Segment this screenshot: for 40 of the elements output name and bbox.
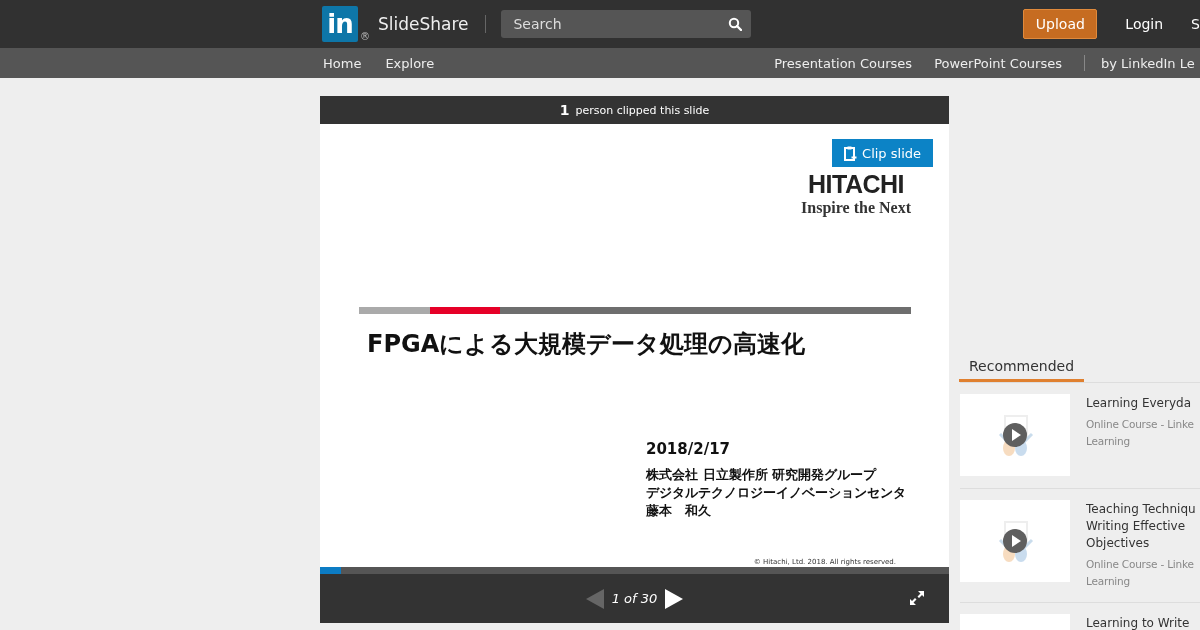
registered-mark: ® <box>360 31 370 42</box>
nav-link[interactable]: by LinkedIn Le <box>1101 55 1195 71</box>
nav-link[interactable]: Home <box>323 55 362 71</box>
recommended-item[interactable]: Learning to Write <box>960 603 1200 630</box>
course-meta: Online Course - Linke <box>1086 557 1195 572</box>
upload-button[interactable]: Upload <box>1023 9 1098 39</box>
course-title[interactable]: Learning Everyda <box>1086 395 1194 412</box>
nav-link[interactable]: PowerPoint Courses <box>934 55 1062 71</box>
fullscreen-icon[interactable] <box>909 590 925 606</box>
clip-caption: person clipped this slide <box>575 103 710 117</box>
recommended-item[interactable]: Teaching Techniqu Writing Effective Objectives Online Course - Linke Learning <box>960 489 1200 603</box>
course-meta: Learning <box>1086 574 1131 589</box>
course-title[interactable]: Writing Effective <box>1086 518 1196 535</box>
author-line: 藤本 和久 <box>646 502 712 520</box>
search-field[interactable]: Search <box>501 10 752 38</box>
signup-link[interactable]: S <box>1191 16 1200 32</box>
course-meta: Online Course - Linke <box>1086 417 1194 432</box>
nav-link[interactable]: Presentation Courses <box>774 55 913 71</box>
logo-tagline: Inspire the Next <box>801 199 911 217</box>
course-title[interactable]: Teaching Techniqu <box>1086 501 1196 518</box>
slide-title: FPGAによる大規模データ処理の高速化 <box>367 329 807 360</box>
logo-text: HITACHI <box>808 170 905 199</box>
clip-count: 1 <box>559 102 570 118</box>
clipboard-icon <box>844 145 858 161</box>
recommended-item[interactable]: Learning Everyda Online Course - Linke Learning <box>960 383 1200 489</box>
page-counter: 1 of 30 <box>611 591 658 606</box>
nav-link[interactable]: Explore <box>385 55 435 71</box>
next-button[interactable] <box>665 588 684 609</box>
course-meta: Learning <box>1086 434 1131 449</box>
slide-date: 2018/2/17 <box>646 440 732 458</box>
author-line: デジタルテクノロジーイノベーションセンタ <box>646 484 907 502</box>
recommended-tab[interactable]: Recommended <box>959 354 1085 382</box>
brand-name[interactable]: SlideShare <box>378 14 469 34</box>
course-title[interactable]: Objectives <box>1086 535 1196 552</box>
clip-slide-button[interactable]: Clip slide <box>832 139 933 167</box>
login-link[interactable]: Login <box>1125 16 1164 32</box>
course-title[interactable]: Learning to Write <box>1086 615 1190 630</box>
linkedin-logo[interactable]: in <box>322 6 358 42</box>
author-line: 株式会社 日立製作所 研究開発グループ <box>646 466 878 484</box>
search-icon[interactable] <box>728 17 743 31</box>
